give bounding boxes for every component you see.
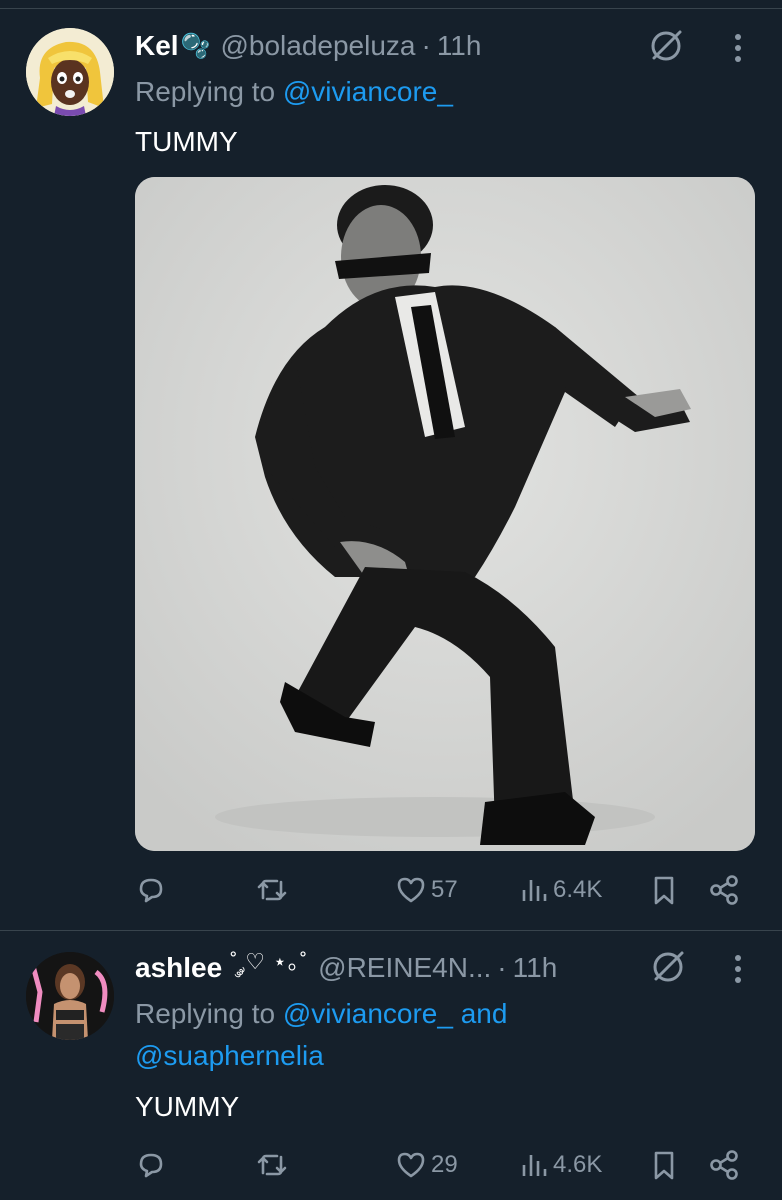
display-name[interactable]: Kel — [135, 30, 179, 62]
bubbles-emoji: 🫧 — [180, 32, 211, 60]
replying-prefix: Replying to — [135, 76, 276, 107]
mention-link-2[interactable]: @suaphernelia — [135, 1040, 324, 1071]
heart-icon — [397, 877, 425, 903]
share-icon — [710, 875, 738, 905]
bookmark-button[interactable] — [649, 870, 679, 910]
replying-to: Replying to @viviancore_ and @suaphernel… — [135, 993, 507, 1077]
mention-link[interactable]: @viviancore_ and — [283, 998, 508, 1029]
more-vertical-icon[interactable] — [730, 32, 746, 69]
heart-icon — [397, 1152, 425, 1178]
replying-prefix: Replying to — [135, 998, 276, 1029]
like-button[interactable]: 29 — [395, 1145, 458, 1185]
like-button[interactable]: 57 — [395, 870, 458, 910]
reply-icon — [139, 1153, 163, 1178]
retweet-icon — [257, 879, 287, 901]
more-vertical-icon[interactable] — [730, 953, 746, 990]
tweet-media-image[interactable] — [135, 177, 755, 851]
replying-to: Replying to @viviancore_ — [135, 71, 453, 113]
retweet-icon — [257, 1154, 287, 1176]
reply-button[interactable] — [135, 870, 171, 910]
display-name[interactable]: ashlee — [135, 952, 222, 984]
tweet-actions: 29 4.6K — [135, 1145, 745, 1185]
tweet-header: ashlee ˚ ༘♡ ⋆｡˚ @REINE4N... · 11h — [135, 948, 557, 988]
tweet-text: TUMMY — [135, 126, 238, 157]
views-button[interactable]: 6.4K — [519, 870, 602, 910]
tweet-text: YUMMY — [135, 1091, 240, 1122]
views-count: 4.6K — [553, 1151, 603, 1178]
separator-dot: · — [421, 30, 431, 61]
reply-button[interactable] — [135, 1145, 171, 1185]
grok-icon[interactable] — [648, 28, 684, 69]
like-count: 29 — [431, 1151, 458, 1178]
bookmark-icon — [654, 876, 674, 905]
user-handle[interactable]: @REINE4N... — [318, 952, 491, 984]
share-icon — [710, 1150, 738, 1180]
share-button[interactable] — [707, 870, 741, 910]
views-button[interactable]: 4.6K — [519, 1145, 602, 1185]
views-count: 6.4K — [553, 876, 603, 903]
tweet-2[interactable]: ashlee ˚ ༘♡ ⋆｡˚ @REINE4N... · 11h Replyi… — [0, 931, 782, 1200]
tweet-actions: 57 6.4K — [135, 870, 745, 910]
like-count: 57 — [431, 876, 458, 903]
avatar[interactable] — [26, 28, 114, 116]
tweet-header: Kel 🫧 @boladepeluza · 11h — [135, 26, 481, 66]
reply-icon — [139, 878, 163, 903]
retweet-button[interactable] — [255, 1145, 293, 1185]
timestamp[interactable]: 11h — [513, 952, 558, 984]
tweet-1[interactable]: Kel 🫧 @boladepeluza · 11h Replying to @v… — [0, 0, 782, 930]
user-handle[interactable]: @boladepeluza — [220, 30, 415, 62]
retweet-button[interactable] — [255, 870, 293, 910]
bookmark-button[interactable] — [649, 1145, 679, 1185]
grok-icon[interactable] — [650, 949, 686, 990]
bookmark-icon — [654, 1151, 674, 1180]
timestamp[interactable]: 11h — [437, 30, 482, 62]
separator-dot: · — [497, 952, 507, 983]
mention-link[interactable]: @viviancore_ — [283, 76, 453, 107]
avatar[interactable] — [26, 952, 114, 1040]
name-decoration: ˚ ༘♡ ⋆｡˚ — [230, 949, 309, 974]
views-icon — [522, 1155, 547, 1176]
views-icon — [522, 880, 547, 901]
share-button[interactable] — [707, 1145, 741, 1185]
